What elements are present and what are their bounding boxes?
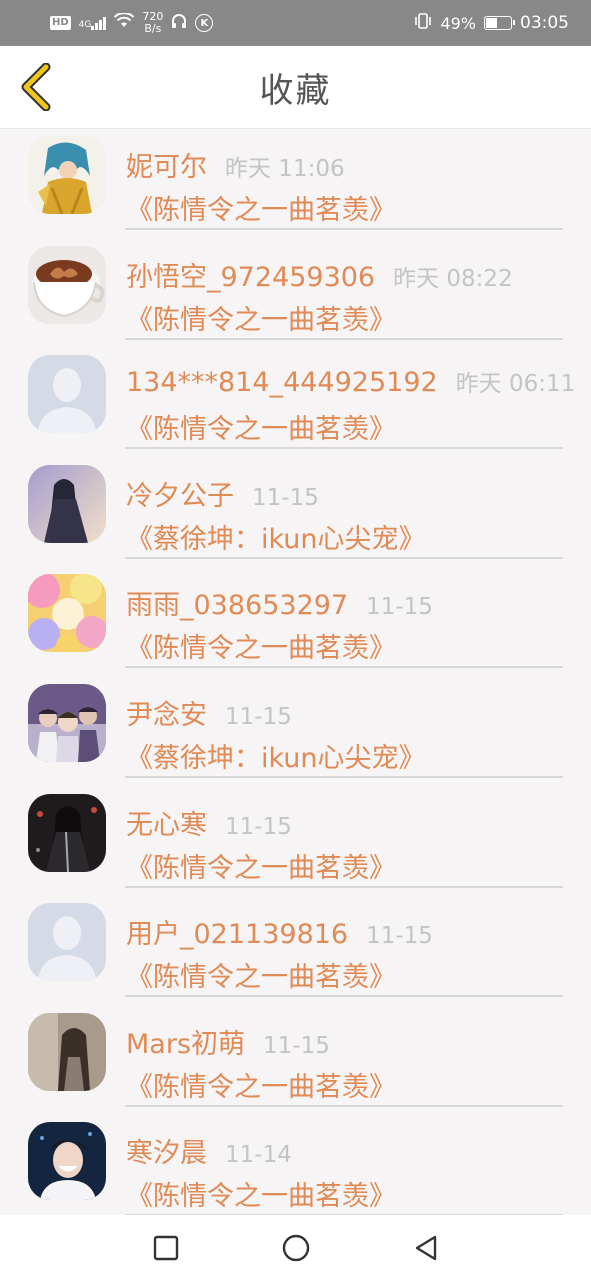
user-name[interactable]: Mars初萌 bbox=[126, 1022, 245, 1061]
timestamp: 昨天 06:11 bbox=[455, 371, 576, 398]
status-bar-right: 49% 03:05 bbox=[414, 13, 569, 33]
user-name[interactable]: 寒汐晨 bbox=[126, 1131, 207, 1170]
timestamp: 11-15 bbox=[225, 703, 292, 730]
avatar[interactable] bbox=[28, 793, 106, 872]
divider bbox=[125, 1104, 563, 1107]
divider bbox=[125, 995, 563, 998]
book-title[interactable]: 《陈情令之一曲茗羡》 bbox=[126, 298, 396, 337]
avatar[interactable] bbox=[28, 1012, 106, 1091]
user-name[interactable]: 用户_021139816 bbox=[126, 912, 348, 951]
timestamp: 11-14 bbox=[225, 1142, 292, 1169]
book-title[interactable]: 《陈情令之一曲茗羡》 bbox=[126, 846, 396, 885]
net-speed: 720 B/s bbox=[142, 11, 163, 35]
list-item[interactable]: 尹念安 11-15 《蔡徐坤：ikun心尖宠》 bbox=[0, 676, 591, 786]
name-line: 用户_021139816 11-15 bbox=[126, 912, 433, 951]
name-line: 雨雨_038653297 11-15 bbox=[126, 583, 433, 622]
list-item[interactable]: 妮可尔 昨天 11:06 《陈情令之一曲茗羡》 bbox=[0, 128, 591, 238]
divider bbox=[125, 666, 563, 669]
name-line: Mars初萌 11-15 bbox=[126, 1022, 330, 1061]
hd-badge: HD bbox=[50, 16, 71, 30]
avatar[interactable] bbox=[28, 1122, 106, 1201]
status-bar-left: HD 4G 720 B/s K bbox=[50, 11, 214, 35]
user-name[interactable]: 孙悟空_972459306 bbox=[126, 255, 375, 294]
name-line: 冷夕公子 11-15 bbox=[126, 474, 319, 513]
book-title[interactable]: 《蔡徐坤：ikun心尖宠》 bbox=[126, 517, 426, 556]
avatar[interactable] bbox=[28, 355, 106, 434]
page-title: 收藏 bbox=[259, 70, 332, 111]
divider bbox=[125, 556, 563, 559]
book-title[interactable]: 《蔡徐坤：ikun心尖宠》 bbox=[126, 736, 426, 775]
user-name[interactable]: 妮可尔 bbox=[126, 145, 207, 184]
avatar[interactable] bbox=[28, 574, 106, 653]
divider bbox=[125, 885, 563, 888]
list-item[interactable]: 寒汐晨 11-14 《陈情令之一曲茗羡》 bbox=[0, 1114, 591, 1215]
timestamp: 昨天 08:22 bbox=[393, 265, 513, 292]
list-item[interactable]: 冷夕公子 11-15 《蔡徐坤：ikun心尖宠》 bbox=[0, 457, 591, 567]
chevron-left-icon bbox=[21, 63, 51, 111]
square-icon bbox=[153, 1235, 178, 1260]
name-line: 孙悟空_972459306 昨天 08:22 bbox=[126, 255, 513, 294]
timestamp: 11-15 bbox=[225, 813, 292, 840]
divider bbox=[125, 337, 563, 340]
network-type: 4G bbox=[78, 20, 92, 30]
avatar[interactable] bbox=[28, 136, 106, 214]
net-speed-unit: B/s bbox=[144, 22, 162, 35]
triangle-back-icon bbox=[415, 1235, 436, 1260]
name-line: 尹念安 11-15 bbox=[126, 693, 292, 732]
divider bbox=[125, 228, 563, 230]
favorites-list: 妮可尔 昨天 11:06 《陈情令之一曲茗羡》 孙悟空_972459306 昨天… bbox=[0, 128, 591, 1215]
vibrate-icon bbox=[414, 13, 432, 33]
book-title[interactable]: 《陈情令之一曲茗羡》 bbox=[126, 1174, 396, 1213]
name-line: 134***814_444925192 昨天 06:11 bbox=[126, 364, 575, 400]
avatar[interactable] bbox=[28, 245, 106, 324]
user-name[interactable]: 134***814_444925192 bbox=[126, 367, 438, 398]
name-line: 妮可尔 昨天 11:06 bbox=[126, 145, 345, 184]
battery-icon bbox=[484, 16, 515, 30]
clock: 03:05 bbox=[520, 13, 569, 33]
divider bbox=[125, 447, 563, 450]
user-name[interactable]: 冷夕公子 bbox=[126, 474, 234, 513]
home-button[interactable] bbox=[281, 1233, 311, 1263]
book-title[interactable]: 《陈情令之一曲茗羡》 bbox=[126, 407, 396, 446]
avatar[interactable] bbox=[28, 903, 106, 982]
list-item[interactable]: 孙悟空_972459306 昨天 08:22 《陈情令之一曲茗羡》 bbox=[0, 238, 591, 348]
timestamp: 11-15 bbox=[263, 1032, 330, 1059]
status-bar: HD 4G 720 B/s K 49% 03:05 bbox=[0, 0, 591, 46]
name-line: 无心寒 11-15 bbox=[126, 803, 292, 842]
book-title[interactable]: 《陈情令之一曲茗羡》 bbox=[126, 955, 396, 994]
list-item[interactable]: Mars初萌 11-15 《陈情令之一曲茗羡》 bbox=[0, 1005, 591, 1115]
book-title[interactable]: 《陈情令之一曲茗羡》 bbox=[126, 1065, 396, 1104]
book-title[interactable]: 《陈情令之一曲茗羡》 bbox=[126, 188, 396, 227]
divider bbox=[125, 775, 563, 778]
name-line: 寒汐晨 11-14 bbox=[126, 1131, 292, 1170]
timestamp: 11-15 bbox=[252, 484, 319, 511]
user-name[interactable]: 雨雨_038653297 bbox=[126, 583, 348, 622]
list-item[interactable]: 无心寒 11-15 《陈情令之一曲茗羡》 bbox=[0, 786, 591, 896]
timestamp: 11-15 bbox=[366, 923, 433, 950]
avatar[interactable] bbox=[28, 683, 106, 762]
list-item[interactable]: 134***814_444925192 昨天 06:11 《陈情令之一曲茗羡》 bbox=[0, 347, 591, 457]
system-back-button[interactable] bbox=[411, 1233, 441, 1263]
back-button[interactable] bbox=[14, 62, 58, 112]
circle-icon bbox=[282, 1234, 309, 1261]
wifi-icon bbox=[114, 12, 135, 33]
signal-icon: 4G bbox=[79, 16, 107, 30]
timestamp: 昨天 11:06 bbox=[225, 156, 345, 182]
user-name[interactable]: 尹念安 bbox=[126, 693, 207, 732]
book-title[interactable]: 《陈情令之一曲茗羡》 bbox=[126, 626, 396, 665]
navigation-bar bbox=[0, 1215, 591, 1280]
list-item[interactable]: 用户_021139816 11-15 《陈情令之一曲茗羡》 bbox=[0, 895, 591, 1005]
avatar[interactable] bbox=[28, 464, 106, 543]
recents-button[interactable] bbox=[151, 1233, 181, 1263]
user-name[interactable]: 无心寒 bbox=[126, 803, 207, 842]
k-badge-icon: K bbox=[195, 14, 214, 32]
battery-percent: 49% bbox=[440, 13, 476, 33]
timestamp: 11-15 bbox=[366, 594, 433, 621]
list-item[interactable]: 雨雨_038653297 11-15 《陈情令之一曲茗羡》 bbox=[0, 566, 591, 676]
header: 收藏 bbox=[0, 46, 591, 129]
headphones-icon bbox=[171, 13, 187, 33]
